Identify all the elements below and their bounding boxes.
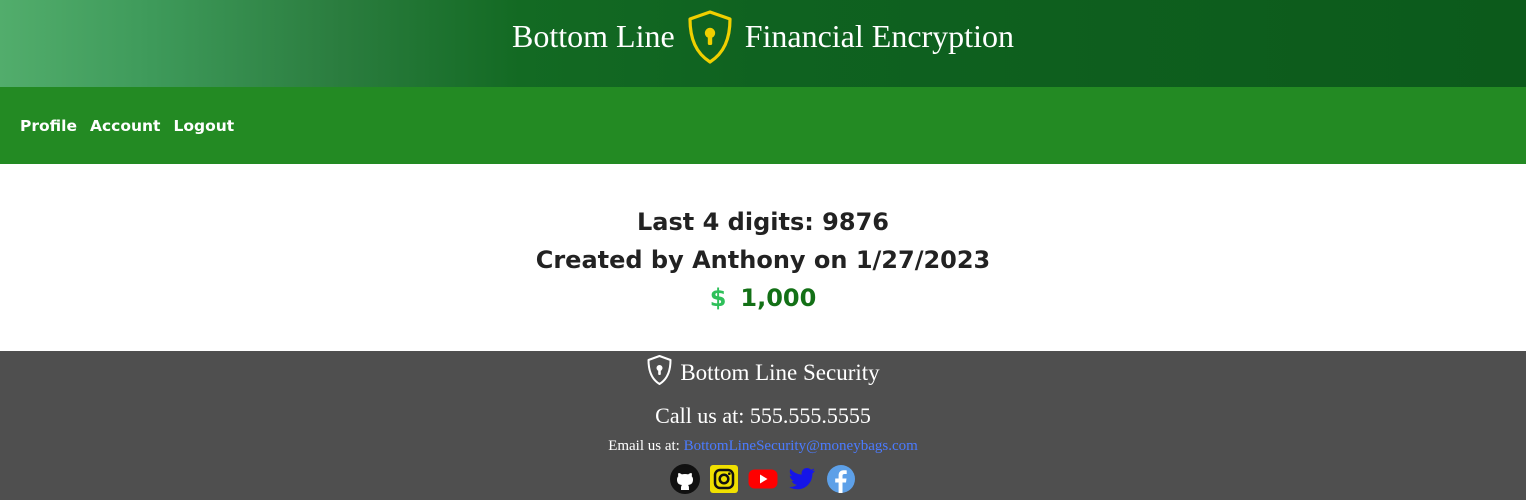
site-title: Bottom Line Financial Encryption bbox=[512, 9, 1014, 65]
shield-keyhole-icon bbox=[646, 354, 673, 392]
balance-amount: 1,000 bbox=[740, 284, 817, 312]
last-digits-text: Last 4 digits: 9876 bbox=[637, 208, 889, 236]
footer-email-label: Email us at: bbox=[608, 438, 680, 454]
shield-keyhole-icon bbox=[685, 9, 735, 65]
social-links bbox=[670, 464, 856, 494]
site-title-right: Financial Encryption bbox=[744, 18, 1014, 54]
youtube-icon[interactable] bbox=[748, 464, 778, 494]
footer-brand: Bottom Line Security bbox=[646, 355, 880, 387]
main-nav: Profile Account Logout bbox=[0, 87, 1526, 164]
footer-phone: Call us at: 555.555.5555 bbox=[655, 403, 871, 428]
twitter-icon[interactable] bbox=[787, 464, 817, 494]
dollar-icon: $ bbox=[709, 284, 727, 312]
github-icon[interactable] bbox=[670, 464, 700, 494]
balance: $ 1,000 bbox=[710, 279, 817, 317]
nav-account-link[interactable]: Account bbox=[90, 117, 161, 135]
instagram-icon[interactable] bbox=[709, 464, 739, 494]
nav-logout-link[interactable]: Logout bbox=[173, 117, 234, 135]
nav-profile-link[interactable]: Profile bbox=[20, 117, 77, 135]
account-summary: Last 4 digits: 9876 Created by Anthony o… bbox=[0, 164, 1526, 351]
site-footer: Bottom Line Security Call us at: 555.555… bbox=[0, 351, 1526, 500]
created-by-text: Created by Anthony on 1/27/2023 bbox=[535, 246, 991, 274]
footer-email: Email us at: BottomLineSecurity@moneybag… bbox=[608, 438, 918, 455]
footer-brand-name: Bottom Line Security bbox=[680, 360, 880, 385]
site-header: Bottom Line Financial Encryption bbox=[0, 0, 1526, 87]
footer-email-link[interactable]: BottomLineSecurity@moneybags.com bbox=[684, 438, 918, 454]
facebook-icon[interactable] bbox=[826, 464, 856, 494]
site-title-left: Bottom Line bbox=[512, 18, 675, 54]
